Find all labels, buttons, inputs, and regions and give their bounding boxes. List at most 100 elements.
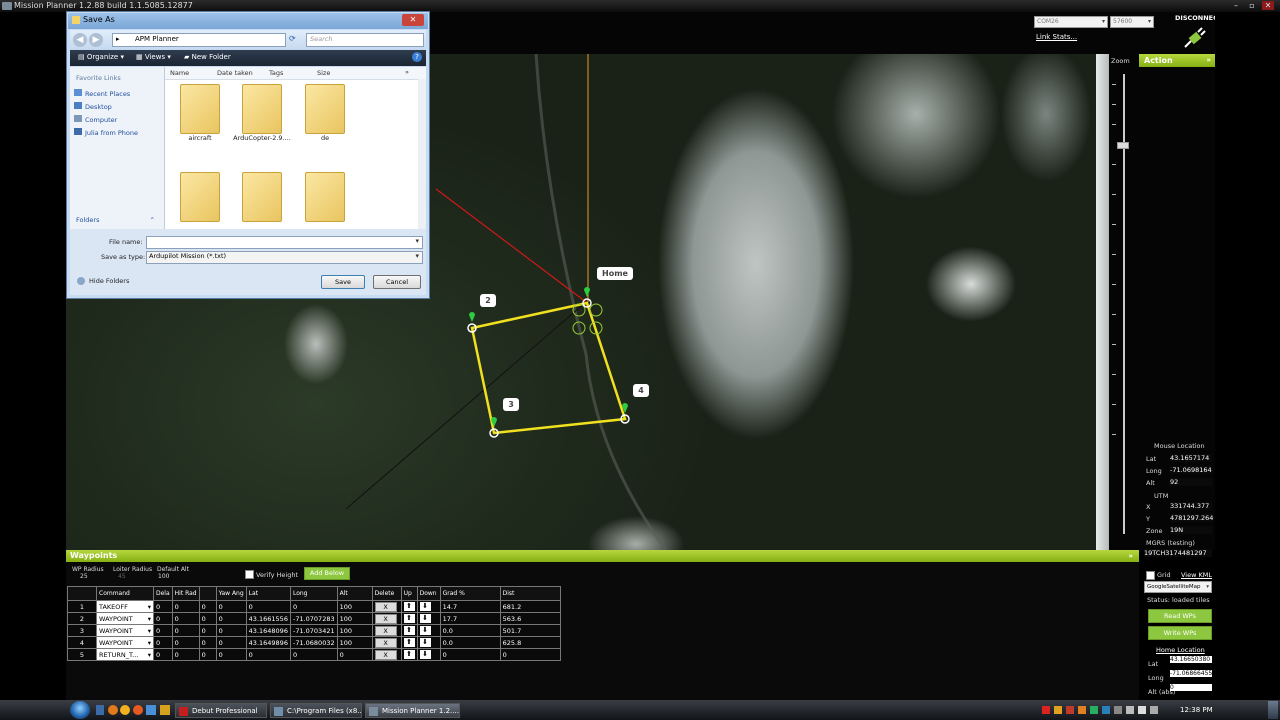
- grid-checkbox[interactable]: [1146, 571, 1155, 580]
- cell-alt[interactable]: 100: [336, 624, 373, 637]
- arrow-up-icon[interactable]: ⬆: [403, 602, 415, 611]
- taskbar-item-mission-planner[interactable]: Mission Planner 1.2....: [365, 703, 460, 718]
- cell-p1[interactable]: 0: [153, 648, 173, 661]
- cell-grad[interactable]: 0: [439, 648, 501, 661]
- cell-dist[interactable]: 0: [499, 648, 561, 661]
- cell-lng[interactable]: -71.0680032: [289, 636, 338, 649]
- home-lat-input[interactable]: 43.16650380: [1170, 656, 1212, 663]
- cell-lng[interactable]: 0: [289, 648, 338, 661]
- cell-lng[interactable]: 0: [289, 600, 338, 613]
- column-date-taken[interactable]: Date taken: [217, 69, 253, 77]
- cell-grad[interactable]: 0.0: [439, 636, 501, 649]
- cell-p1[interactable]: 0: [153, 612, 173, 625]
- tray-icon[interactable]: [1042, 706, 1050, 714]
- cell-alt[interactable]: 100: [336, 600, 373, 613]
- row-index[interactable]: 4: [67, 636, 97, 649]
- network-icon[interactable]: [1126, 706, 1134, 714]
- table-row[interactable]: 1 TAKEOFF ▾ 0 0 0 0 0 0 100 X ⬆ ⬇ 14.7 681.2: [67, 600, 561, 613]
- delete-button[interactable]: X: [374, 613, 397, 624]
- quicklaunch-icon[interactable]: [120, 705, 130, 715]
- maximize-button[interactable]: ▫: [1246, 1, 1258, 10]
- file-name-input[interactable]: ▾: [146, 236, 423, 249]
- cancel-button[interactable]: Cancel: [373, 275, 421, 289]
- cell-p2[interactable]: 0: [171, 648, 200, 661]
- cell-p2[interactable]: 0: [171, 624, 200, 637]
- cell-lat[interactable]: 0: [245, 600, 291, 613]
- cell-alt[interactable]: 0: [336, 648, 373, 661]
- write-wps-button[interactable]: Write WPs: [1148, 626, 1212, 640]
- path-box[interactable]: ▸ APM Planner: [112, 33, 286, 47]
- cell-p1[interactable]: 0: [153, 624, 173, 637]
- folder-item[interactable]: ArduCopter-2.9....: [232, 84, 292, 142]
- table-row[interactable]: 3 WAYPOINT ▾ 0 0 0 0 43.1648096 -71.0703421 100 X ⬆…: [67, 624, 561, 637]
- cell-lat[interactable]: 43.1649896: [245, 636, 291, 649]
- cell-dist[interactable]: 501.7: [499, 624, 561, 637]
- zoom-slider-thumb[interactable]: [1117, 142, 1129, 149]
- home-long-input[interactable]: -71.06866455: [1170, 670, 1212, 677]
- arrow-up-icon[interactable]: ⬆: [403, 626, 415, 635]
- cell-p2[interactable]: 0: [171, 636, 200, 649]
- cell-p3[interactable]: 0: [198, 648, 217, 661]
- command-select[interactable]: WAYPOINT ▾: [96, 624, 154, 637]
- home-alt-input[interactable]: 0: [1170, 684, 1212, 691]
- tray-icon[interactable]: [1114, 706, 1122, 714]
- row-index[interactable]: 1: [67, 600, 97, 613]
- row-index[interactable]: 2: [67, 612, 97, 625]
- delete-button[interactable]: X: [374, 637, 397, 648]
- forward-icon[interactable]: ▶: [89, 33, 103, 47]
- quicklaunch-icon[interactable]: [108, 705, 118, 715]
- delete-button[interactable]: X: [374, 601, 397, 612]
- nav-item-desktop[interactable]: Desktop: [74, 102, 112, 111]
- row-index[interactable]: 5: [67, 648, 97, 661]
- command-select[interactable]: WAYPOINT ▾: [96, 612, 154, 625]
- start-button[interactable]: [70, 701, 90, 719]
- cell-lat[interactable]: 43.1648096: [245, 624, 291, 637]
- arrow-down-icon[interactable]: ⬇: [419, 626, 431, 635]
- tray-icon[interactable]: [1066, 706, 1074, 714]
- cell-p3[interactable]: 0: [198, 636, 217, 649]
- hide-folders-icon[interactable]: [77, 277, 85, 285]
- table-row[interactable]: 4 WAYPOINT ▾ 0 0 0 0 43.1649896 -71.0680032 100 X ⬆…: [67, 636, 561, 649]
- arrow-down-icon[interactable]: ⬇: [419, 602, 431, 611]
- delete-button[interactable]: X: [374, 625, 397, 636]
- back-icon[interactable]: ◀: [73, 33, 87, 47]
- dialog-close-button[interactable]: ✕: [402, 14, 424, 26]
- column-tags[interactable]: Tags: [269, 69, 283, 77]
- table-row[interactable]: 2 WAYPOINT ▾ 0 0 0 0 43.1661556 -71.0707283 100 X ⬆…: [67, 612, 561, 625]
- tray-icon[interactable]: [1102, 706, 1110, 714]
- baud-select[interactable]: 57600 ▾: [1110, 16, 1154, 28]
- command-select[interactable]: TAKEOFF ▾: [96, 600, 154, 613]
- cell-grad[interactable]: 0.0: [439, 624, 501, 637]
- link-stats-link[interactable]: Link Stats...: [1036, 33, 1077, 41]
- cell-lng[interactable]: -71.0703421: [289, 624, 338, 637]
- nav-item-recent-places[interactable]: Recent Places: [74, 89, 130, 98]
- show-desktop-button[interactable]: [1268, 701, 1278, 719]
- views-button[interactable]: ▦ Views ▾: [136, 53, 171, 61]
- save-button[interactable]: Save: [321, 275, 365, 289]
- refresh-icon[interactable]: ⟳: [289, 34, 296, 43]
- cell-alt[interactable]: 100: [336, 636, 373, 649]
- hide-folders-link[interactable]: Hide Folders: [89, 277, 129, 285]
- cell-lat[interactable]: 0: [245, 648, 291, 661]
- column-name[interactable]: Name: [170, 69, 189, 77]
- cell-p1[interactable]: 0: [153, 636, 173, 649]
- waypoints-header[interactable]: Waypoints »: [66, 550, 1139, 562]
- plug-icon[interactable]: [1183, 27, 1207, 49]
- folder-item[interactable]: [170, 172, 230, 222]
- arrow-up-icon[interactable]: ⬆: [403, 614, 415, 623]
- cell-p3[interactable]: 0: [198, 600, 217, 613]
- cell-p2[interactable]: 0: [171, 612, 200, 625]
- cell-p4[interactable]: 0: [215, 612, 247, 625]
- verify-height-checkbox[interactable]: [245, 570, 254, 579]
- view-kml-link[interactable]: View KML: [1181, 571, 1212, 579]
- read-wps-button[interactable]: Read WPs: [1148, 609, 1212, 623]
- com-port-select[interactable]: COM26 ▾: [1034, 16, 1108, 28]
- cell-lng[interactable]: -71.0707283: [289, 612, 338, 625]
- cell-dist[interactable]: 681.2: [499, 600, 561, 613]
- cell-grad[interactable]: 17.7: [439, 612, 501, 625]
- organize-button[interactable]: ▤ Organize ▾: [78, 53, 124, 61]
- delete-button[interactable]: X: [374, 649, 397, 660]
- folders-toggle[interactable]: Folders ⌃: [76, 216, 155, 224]
- new-folder-button[interactable]: ▰ New Folder: [184, 53, 231, 61]
- help-icon[interactable]: ?: [412, 52, 422, 62]
